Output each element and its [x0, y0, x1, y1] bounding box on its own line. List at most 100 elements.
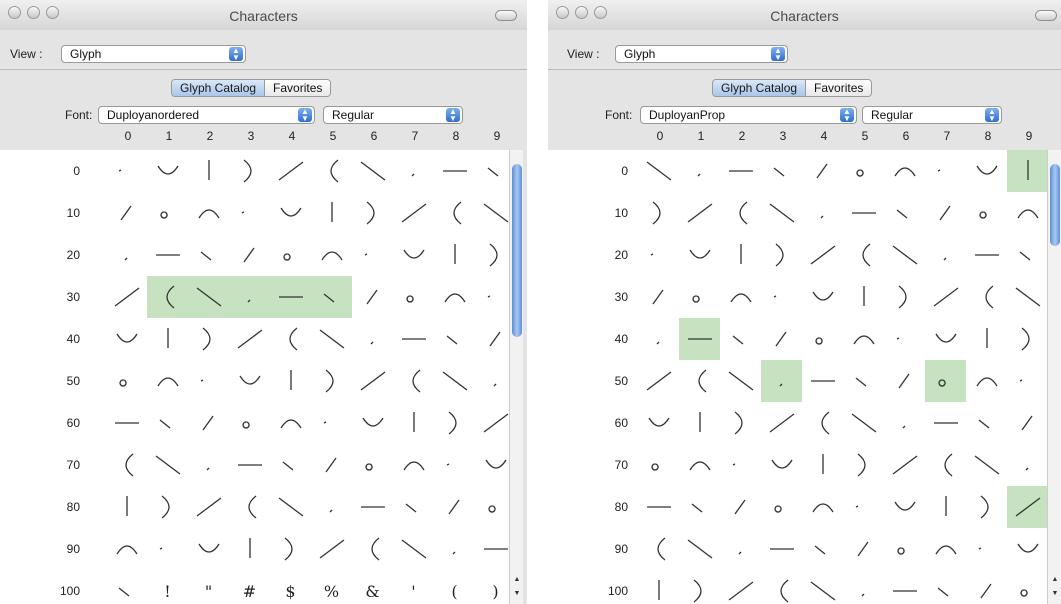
glyph-cell[interactable] [393, 276, 434, 318]
glyph-cell[interactable] [1007, 150, 1047, 192]
glyph-cell[interactable] [679, 150, 720, 192]
glyph-cell[interactable] [638, 486, 679, 528]
glyph-cell[interactable] [761, 234, 802, 276]
glyph-cell[interactable] [925, 318, 966, 360]
glyph-cell[interactable] [475, 402, 510, 444]
glyph-cell[interactable] [106, 150, 147, 192]
glyph-cell[interactable] [311, 486, 352, 528]
glyph-cell[interactable] [147, 402, 188, 444]
glyph-cell[interactable] [966, 150, 1007, 192]
scrollbar-thumb[interactable] [512, 164, 522, 337]
glyph-cell[interactable] [720, 192, 761, 234]
glyph-cell[interactable] [311, 276, 352, 318]
glyph-cell[interactable] [352, 444, 393, 486]
glyph-cell[interactable] [679, 192, 720, 234]
glyph-cell[interactable] [761, 486, 802, 528]
glyph-cell[interactable] [843, 402, 884, 444]
glyph-cell[interactable] [270, 360, 311, 402]
glyph-cell[interactable] [147, 150, 188, 192]
glyph-cell[interactable] [720, 360, 761, 402]
glyph-cell[interactable] [147, 486, 188, 528]
glyph-cell[interactable] [434, 402, 475, 444]
glyph-cell[interactable] [393, 528, 434, 570]
glyph-cell[interactable] [311, 318, 352, 360]
glyph-cell[interactable] [106, 528, 147, 570]
glyph-cell[interactable] [106, 402, 147, 444]
glyph-cell[interactable] [925, 402, 966, 444]
glyph-cell[interactable] [802, 276, 843, 318]
glyph-cell[interactable] [393, 192, 434, 234]
glyph-cell[interactable] [393, 150, 434, 192]
glyph-cell[interactable] [843, 360, 884, 402]
glyph-cell[interactable] [229, 528, 270, 570]
glyph-cell[interactable] [638, 444, 679, 486]
glyph-cell[interactable]: # [229, 570, 270, 604]
title-bar[interactable]: Characters [548, 0, 1061, 30]
title-bar[interactable]: Characters [0, 0, 527, 30]
glyph-cell[interactable] [843, 192, 884, 234]
glyph-cell[interactable] [679, 486, 720, 528]
glyph-cell[interactable] [966, 192, 1007, 234]
glyph-cell[interactable] [393, 234, 434, 276]
glyph-cell[interactable] [434, 360, 475, 402]
glyph-cell[interactable] [1007, 192, 1047, 234]
glyph-cell[interactable] [188, 402, 229, 444]
glyph-cell[interactable] [843, 150, 884, 192]
glyph-cell[interactable] [802, 150, 843, 192]
glyph-cell[interactable] [229, 486, 270, 528]
glyph-cell[interactable] [311, 444, 352, 486]
glyph-cell[interactable] [352, 360, 393, 402]
glyph-cell[interactable] [311, 360, 352, 402]
font-popup[interactable]: Duployanordered ▲ ▼ [98, 106, 315, 124]
scroll-up-icon[interactable]: ▲ [512, 576, 522, 583]
glyph-cell[interactable] [925, 234, 966, 276]
glyph-cell[interactable] [434, 234, 475, 276]
glyph-cell[interactable] [720, 528, 761, 570]
glyph-cell[interactable] [720, 318, 761, 360]
glyph-cell[interactable] [393, 486, 434, 528]
glyph-cell[interactable] [229, 150, 270, 192]
glyph-cell[interactable] [1007, 486, 1047, 528]
glyph-cell[interactable] [720, 402, 761, 444]
glyph-cell[interactable] [925, 276, 966, 318]
scroll-down-icon[interactable]: ▼ [512, 590, 522, 597]
glyph-cell[interactable] [638, 234, 679, 276]
glyph-cell[interactable]: % [311, 570, 352, 604]
glyph-cell[interactable] [761, 570, 802, 604]
glyph-cell[interactable] [638, 318, 679, 360]
glyph-cell[interactable] [147, 528, 188, 570]
glyph-cell[interactable] [475, 528, 510, 570]
glyph-cell[interactable] [884, 234, 925, 276]
glyph-cell[interactable] [475, 234, 510, 276]
glyph-cell[interactable] [720, 150, 761, 192]
glyph-cell[interactable] [147, 192, 188, 234]
glyph-cell[interactable] [966, 570, 1007, 604]
glyph-cell[interactable] [147, 276, 188, 318]
glyph-cell[interactable] [638, 528, 679, 570]
glyph-cell[interactable] [393, 444, 434, 486]
glyph-cell[interactable] [638, 360, 679, 402]
glyph-cell[interactable] [393, 402, 434, 444]
glyph-cell[interactable]: & [352, 570, 393, 604]
glyph-cell[interactable] [229, 276, 270, 318]
glyph-cell[interactable] [802, 402, 843, 444]
glyph-cell[interactable] [925, 528, 966, 570]
glyph-cell[interactable]: ) [475, 570, 510, 604]
glyph-cell[interactable] [311, 192, 352, 234]
glyph-cell[interactable] [1007, 360, 1047, 402]
glyph-cell[interactable] [434, 318, 475, 360]
glyph-cell[interactable] [270, 150, 311, 192]
glyph-cell[interactable] [925, 486, 966, 528]
glyph-cell[interactable] [802, 486, 843, 528]
glyph-cell[interactable] [1007, 276, 1047, 318]
glyph-cell[interactable] [188, 486, 229, 528]
glyph-cell[interactable] [352, 318, 393, 360]
glyph-cell[interactable] [843, 318, 884, 360]
glyph-cell[interactable] [475, 444, 510, 486]
glyph-cell[interactable] [802, 192, 843, 234]
glyph-cell[interactable] [188, 150, 229, 192]
tab-glyph-catalog[interactable]: Glyph Catalog [713, 80, 807, 96]
glyph-cell[interactable] [106, 234, 147, 276]
glyph-cell[interactable] [638, 150, 679, 192]
glyph-cell[interactable] [679, 234, 720, 276]
